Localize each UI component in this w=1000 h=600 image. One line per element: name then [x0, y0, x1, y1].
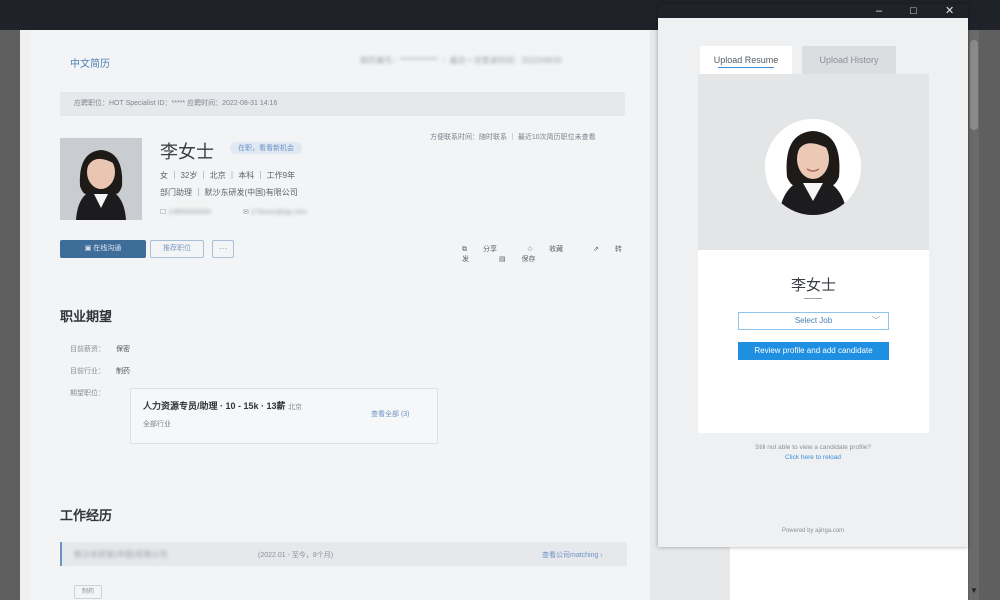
extension-panel: – □ ✕ Upload Resume Upload History 李女士 S…	[658, 4, 968, 547]
candidate-basics: 女 ｜ 32岁 ｜ 北京 ｜ 本科 ｜ 工作9年	[160, 171, 296, 180]
tab-upload-history[interactable]: Upload History	[802, 46, 896, 74]
share-icon: ⧉	[462, 246, 469, 253]
avatar	[765, 119, 861, 215]
chat-icon: ▣	[84, 245, 94, 252]
work-experience-title: 工作经历	[60, 508, 113, 523]
phone-number: 13800000000	[168, 209, 212, 216]
tab-chinese-resume[interactable]: 中文简历	[70, 55, 110, 70]
experience-dates: (2022.01 - 至今，8个月)	[258, 552, 334, 559]
close-icon[interactable]: ✕	[945, 4, 954, 18]
career-expectation-title: 职业期望	[60, 309, 113, 324]
candidate-current-job: 部门助理 ｜ 默沙东研发(中国)有限公司	[160, 188, 298, 197]
application-notice: 应聘职位：HOT Specialist ID：***** 应聘时间：2022-0…	[60, 92, 625, 116]
chevron-down-icon: ﹀	[872, 316, 880, 325]
more-button[interactable]: ···	[212, 240, 234, 258]
favorite-action[interactable]: ☆ 收藏	[527, 246, 577, 253]
email-address: 173xxxx@qq.com	[250, 209, 307, 216]
candidate-card: 李女士 Select Job ﹀ Review profile and add …	[698, 74, 929, 433]
star-icon: ☆	[526, 246, 536, 253]
resume-actions: ⧉ 分享 ☆ 收藏 ⇗ 转发 ▤ 保存	[462, 244, 650, 264]
online-chat-button[interactable]: ▣ 在线沟通	[60, 240, 146, 258]
view-all-jobs-link[interactable]: 查看全部 (3)	[371, 409, 410, 419]
status-badge: 在职，看看新机会	[230, 142, 302, 154]
panel-candidate-name: 李女士	[790, 277, 836, 294]
avatar-image	[765, 119, 861, 215]
resume-header-meta: 简历编号：************ ｜ 最近一次登录时间：2022/09/20	[360, 56, 562, 65]
company-matching-link[interactable]: 查看公司matching ›	[542, 550, 603, 560]
phone-icon: ☐	[160, 209, 167, 216]
contact-preference: 方便联系时间：随时联系 ｜ 最近10次简历职位未查看	[430, 134, 596, 141]
save-action[interactable]: ▤ 保存	[499, 256, 550, 263]
minimize-icon[interactable]: –	[876, 4, 882, 18]
select-job-dropdown[interactable]: Select Job ﹀	[738, 312, 889, 330]
panel-title-bar: – □ ✕	[658, 4, 968, 18]
help-text: Still not able to view a candidate profi…	[755, 444, 871, 451]
candidate-card-header	[698, 74, 929, 250]
resume-content: 中文简历 简历编号：************ ｜ 最近一次登录时间：2022/0…	[30, 30, 650, 600]
forward-icon: ⇗	[593, 246, 601, 253]
resume-page: 中文简历 简历编号：************ ｜ 最近一次登录时间：2022/0…	[20, 30, 730, 600]
tab-upload-resume[interactable]: Upload Resume	[700, 46, 792, 74]
powered-by: Powered by ajinga.com	[781, 528, 845, 534]
recommend-job-button[interactable]: 推荐职位	[150, 240, 204, 258]
maximize-icon[interactable]: □	[910, 4, 917, 18]
expected-job-industry: 全部行业	[143, 421, 171, 428]
candidate-photo-image	[60, 138, 142, 220]
review-profile-button[interactable]: Review profile and add candidate	[738, 342, 889, 360]
share-action[interactable]: ⧉ 分享	[462, 246, 511, 253]
left-overlay	[0, 30, 20, 600]
email-icon: ✉	[242, 209, 249, 216]
expected-job-card: 人力资源专员/助理 · 10 - 15k · 13薪 北京 全部行业 查看全部 …	[130, 388, 438, 444]
reload-link[interactable]: Click here to reload	[658, 454, 968, 461]
save-icon: ▤	[498, 256, 508, 263]
scroll-down-arrow-icon[interactable]: ▼	[970, 586, 978, 596]
candidate-name: 李女士	[160, 142, 214, 162]
scrollbar-thumb[interactable]	[970, 40, 978, 130]
experience-item[interactable]: 默沙东研发(中国)有限公司 (2022.01 - 至今，8个月) 查看公司mat…	[60, 542, 627, 566]
active-tab-underline	[718, 67, 774, 68]
expected-position-label: 期望职位：	[70, 390, 105, 397]
candidate-photo	[60, 138, 142, 220]
candidate-contacts: ☐ 13800000000 ✉ 173xxxx@qq.com	[160, 208, 307, 216]
current-salary-row: 目前薪资： 保密	[70, 346, 130, 353]
current-industry-row: 目前行业： 制药	[70, 368, 130, 375]
name-divider	[804, 298, 822, 299]
expected-job-title: 人力资源专员/助理 · 10 - 15k · 13薪 北京	[143, 401, 303, 411]
industry-chip: 制药	[74, 585, 102, 599]
experience-company: 默沙东研发(中国)有限公司	[74, 550, 168, 559]
